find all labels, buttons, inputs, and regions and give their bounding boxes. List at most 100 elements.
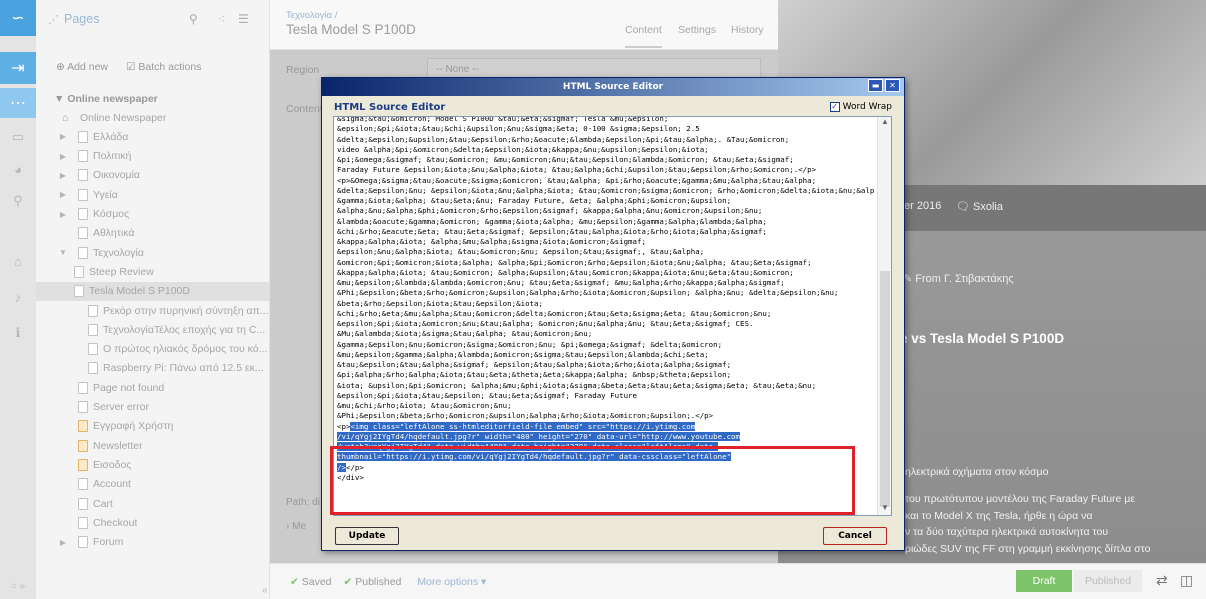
source-code[interactable]: &sigma;&tau;&omicron; Model S P100D &tau…: [337, 117, 875, 483]
tree-item[interactable]: Raspberry Pi: Πάνω από 12.5 εκ...: [36, 359, 270, 378]
published-status[interactable]: ✔ Published: [344, 576, 402, 588]
page-icon: [88, 362, 98, 375]
tree-item[interactable]: Cart: [36, 494, 270, 513]
code-token: <p>: [337, 421, 351, 431]
tree-item[interactable]: Account: [36, 475, 270, 494]
chevron-right-icon[interactable]: ▶: [56, 152, 70, 161]
comments-link[interactable]: 🗨 Sxolia: [956, 200, 1003, 213]
tree-item-label: Raspberry Pi: Πάνω από 12.5 εκ...: [103, 362, 264, 375]
selected-code: /vi/qYgj2IYgTd4/hqdefault.jpg?r" width="…: [337, 431, 740, 441]
check-icon: ✔: [343, 575, 353, 588]
more-options-button[interactable]: More options ▾: [417, 576, 486, 588]
tree-item[interactable]: Tesla Model S P100D: [36, 281, 270, 301]
selected-code: <img class="leftAlone ss-htmleditorfield…: [350, 421, 696, 431]
tree-item[interactable]: ▶ Ελλάδα: [36, 127, 270, 146]
page-icon: [78, 401, 88, 413]
tree-item-label: Checkout: [93, 516, 138, 529]
close-icon[interactable]: ✕: [885, 79, 900, 92]
page-icon: [78, 208, 88, 220]
tree-item[interactable]: Ο πρώτος ηλιακός δρόμος του κό...: [36, 340, 270, 359]
pages-rail-icon[interactable]: ⇥: [0, 52, 36, 84]
tree-item[interactable]: ▼ Τεχνολογία: [36, 243, 270, 262]
comment-icon: 🗨: [956, 201, 970, 213]
tree-item[interactable]: ▶ Υγεία: [36, 185, 270, 204]
logo-icon[interactable]: ∽: [0, 0, 36, 36]
page-icon: [78, 381, 88, 394]
tab-history[interactable]: History: [731, 24, 764, 36]
body-line: και το Model X της Tesla, ήρθε η ώρα να: [905, 509, 1093, 522]
swap-icon[interactable]: ⇄: [1156, 572, 1168, 589]
tree-item[interactable]: Checkout: [36, 513, 270, 532]
tree-item-label: Server error: [93, 401, 150, 413]
tree-item-label: Page not found: [93, 381, 165, 394]
page-icon: [78, 516, 88, 529]
draft-button[interactable]: Draft: [1016, 570, 1072, 592]
settings-rail-icon[interactable]: ⌂: [0, 246, 36, 276]
page-tree-panel: ⋰ Pages ⚲ ⁖ ☰ ⊕ Add new ☑ Batch actions …: [36, 0, 270, 599]
code-line: &gamma;&iota;&alpha; &tau;&eta;&nu; Fara…: [337, 196, 732, 205]
vertical-scrollbar[interactable]: ▲ ▼: [877, 117, 891, 515]
tree-item-label: Ο πρώτος ηλιακός δρόμος του κό...: [103, 343, 268, 356]
split-view-icon[interactable]: ◫: [1180, 572, 1193, 589]
page-icon: [78, 420, 88, 433]
published-button[interactable]: Published: [1074, 570, 1142, 592]
tree-item[interactable]: Αθλητικά: [36, 224, 270, 243]
tree-item[interactable]: Newsletter: [36, 436, 270, 455]
tree-item[interactable]: ▶ Οικονομία: [36, 166, 270, 185]
collapse-rail-icon[interactable]: ○ »: [0, 576, 36, 596]
tree-view-icon[interactable]: ⁖: [218, 12, 225, 26]
chevron-right-icon[interactable]: ▶: [56, 210, 70, 219]
code-line: <p><img class="leftAlone ss-htmleditorfi…: [337, 421, 875, 432]
tree-item[interactable]: ▶ Κόσμος: [36, 205, 270, 224]
code-line: &chi;&rho;&eta;&mu;&alpha;&tau;&omicron;…: [337, 308, 772, 318]
code-line: &alpha;&nu;&alpha;&phi;&omicron;&rho;&ep…: [337, 206, 763, 216]
page-icon: [78, 188, 88, 201]
chevron-right-icon[interactable]: ▶: [56, 132, 70, 141]
scroll-down-icon[interactable]: ▼: [878, 503, 891, 515]
page-icon: [78, 439, 88, 452]
minimize-icon[interactable]: ▬: [868, 79, 883, 92]
batch-actions-button[interactable]: ☑ Batch actions: [126, 61, 201, 73]
add-new-button[interactable]: ⊕ Add new: [56, 61, 108, 73]
reports-rail-icon[interactable]: ◕: [0, 154, 36, 184]
chevron-right-icon[interactable]: ▶: [56, 538, 70, 547]
chevron-right-icon[interactable]: ▶: [56, 190, 70, 199]
tree-item[interactable]: ▶ Πολιτική: [36, 147, 270, 166]
tree-item[interactable]: Εγγραφή Χρήστη: [36, 417, 270, 436]
search-icon[interactable]: ⚲: [189, 12, 198, 26]
update-button[interactable]: Update: [335, 527, 399, 545]
tree-item[interactable]: Server error: [36, 398, 270, 417]
tree-item[interactable]: Steep Review: [36, 262, 270, 281]
collapse-tree-icon[interactable]: «: [262, 585, 268, 596]
tree-item[interactable]: ▶ Forum: [36, 533, 270, 552]
headline: e vs Tesla Model S P100D: [900, 331, 1065, 346]
window-controls: ▬ ✕: [868, 79, 900, 92]
breadcrumb[interactable]: Τεχνολογία /: [286, 10, 337, 21]
tree-item[interactable]: Ρεκόρ στην πυρηνική σύντηξη απ...: [36, 301, 270, 320]
tree-item[interactable]: ⌂ Online Newspaper: [36, 108, 270, 127]
dialog-titlebar[interactable]: HTML Source Editor ▬ ✕: [322, 78, 904, 96]
files-rail-icon[interactable]: ▭: [0, 122, 36, 152]
chevron-right-icon[interactable]: ▶: [56, 171, 70, 180]
cancel-button[interactable]: Cancel: [823, 527, 887, 545]
word-wrap-checkbox[interactable]: ✓ Word Wrap: [829, 102, 892, 112]
tree-item[interactable]: ΤεχνολογίαΤέλος εποχής για τη C...: [36, 320, 270, 339]
left-rail: ∽ ⇥ ⋯ ▭ ◕ ⚲ ⌂ ♪ ℹ ○ »: [0, 0, 36, 599]
code-line: &delta;&epsilon;&upsilon;&tau;&epsilon;&…: [337, 134, 790, 144]
security-rail-icon[interactable]: ⚲: [0, 186, 36, 216]
article-body: του πρωτότυπου μοντέλου της Faraday Futu…: [905, 491, 1201, 557]
scroll-up-icon[interactable]: ▲: [878, 117, 891, 129]
info-rail-icon[interactable]: ℹ: [0, 318, 36, 348]
tab-content[interactable]: Content: [625, 24, 662, 48]
scroll-thumb[interactable]: [880, 271, 890, 507]
help-rail-icon[interactable]: ♪: [0, 282, 36, 312]
tree-item-label: Forum: [93, 536, 124, 549]
list-view-icon[interactable]: ☰: [238, 12, 249, 26]
saved-status[interactable]: ✔ Saved: [290, 576, 332, 588]
tab-settings[interactable]: Settings: [678, 24, 716, 36]
chevron-down-icon[interactable]: ▼: [56, 248, 70, 257]
tree-item[interactable]: Page not found: [36, 378, 270, 397]
tree-root[interactable]: ▼ Online newspaper: [54, 93, 158, 105]
site-tree-rail-icon[interactable]: ⋯: [0, 88, 36, 118]
tree-item[interactable]: Εισοδος: [36, 455, 270, 474]
